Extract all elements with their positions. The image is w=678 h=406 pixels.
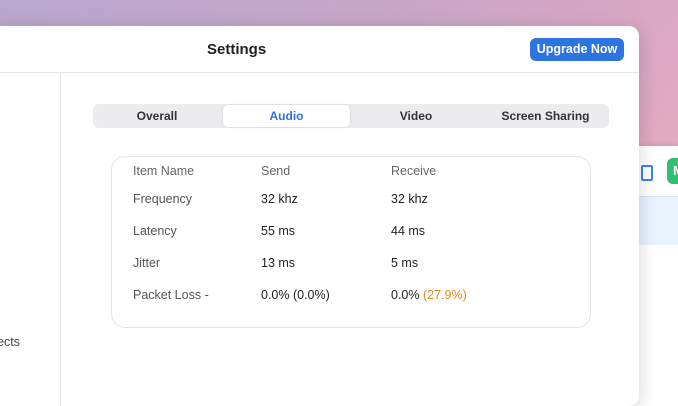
column-header-item-name: Item Name: [133, 164, 195, 178]
table-row: Frequency 32 khz 32 khz: [112, 192, 590, 210]
row-receive-value: 5 ms: [391, 256, 419, 270]
receive-value-main: 0.0%: [391, 288, 420, 302]
row-send-value: 55 ms: [261, 224, 296, 238]
audio-statistics-card: Item Name Send Receive Frequency 32 khz …: [111, 156, 591, 328]
table-header: Item Name Send Receive: [112, 164, 590, 182]
sidebar-item-partial[interactable]: ects: [0, 335, 20, 349]
row-item-name: Latency: [133, 224, 177, 238]
row-receive-value: 44 ms: [391, 224, 426, 238]
row-receive-value: 0.0% (27.9%): [391, 288, 467, 302]
sidebar-item-label: ects: [0, 335, 20, 349]
tab-video[interactable]: Video: [352, 105, 480, 127]
tab-screen-sharing[interactable]: Screen Sharing: [482, 105, 609, 127]
column-header-send: Send: [261, 164, 291, 178]
settings-sidebar: ects: [0, 73, 61, 406]
upgrade-now-button[interactable]: Upgrade Now: [530, 38, 624, 61]
titlebar: Settings Upgrade Now: [0, 26, 639, 73]
row-send-value: 0.0% (0.0%): [261, 288, 330, 302]
row-send-value: 13 ms: [261, 256, 296, 270]
column-header-receive: Receive: [391, 164, 437, 178]
tab-overall[interactable]: Overall: [93, 105, 221, 127]
table-row: Latency 55 ms 44 ms: [112, 224, 590, 242]
row-send-value: 32 khz: [261, 192, 298, 206]
background-panel-icon: [641, 165, 653, 181]
background-avatar: M: [667, 158, 678, 184]
row-receive-value: 32 khz: [391, 192, 428, 206]
receive-value-warning: (27.9%): [422, 288, 467, 302]
table-row: Jitter 13 ms 5 ms: [112, 256, 590, 274]
settings-window: Settings Upgrade Now ects Overall Audio …: [0, 26, 639, 406]
row-item-name: Jitter: [133, 256, 161, 270]
window-title: Settings: [207, 41, 267, 58]
statistics-tabs: Overall Audio Video Screen Sharing: [93, 104, 609, 128]
row-item-name: Packet Loss -: [133, 288, 209, 302]
tab-audio[interactable]: Audio: [223, 105, 350, 127]
table-row: Packet Loss - 0.0% (0.0%) 0.0% (27.9%): [112, 288, 590, 306]
row-item-name: Frequency: [133, 192, 193, 206]
